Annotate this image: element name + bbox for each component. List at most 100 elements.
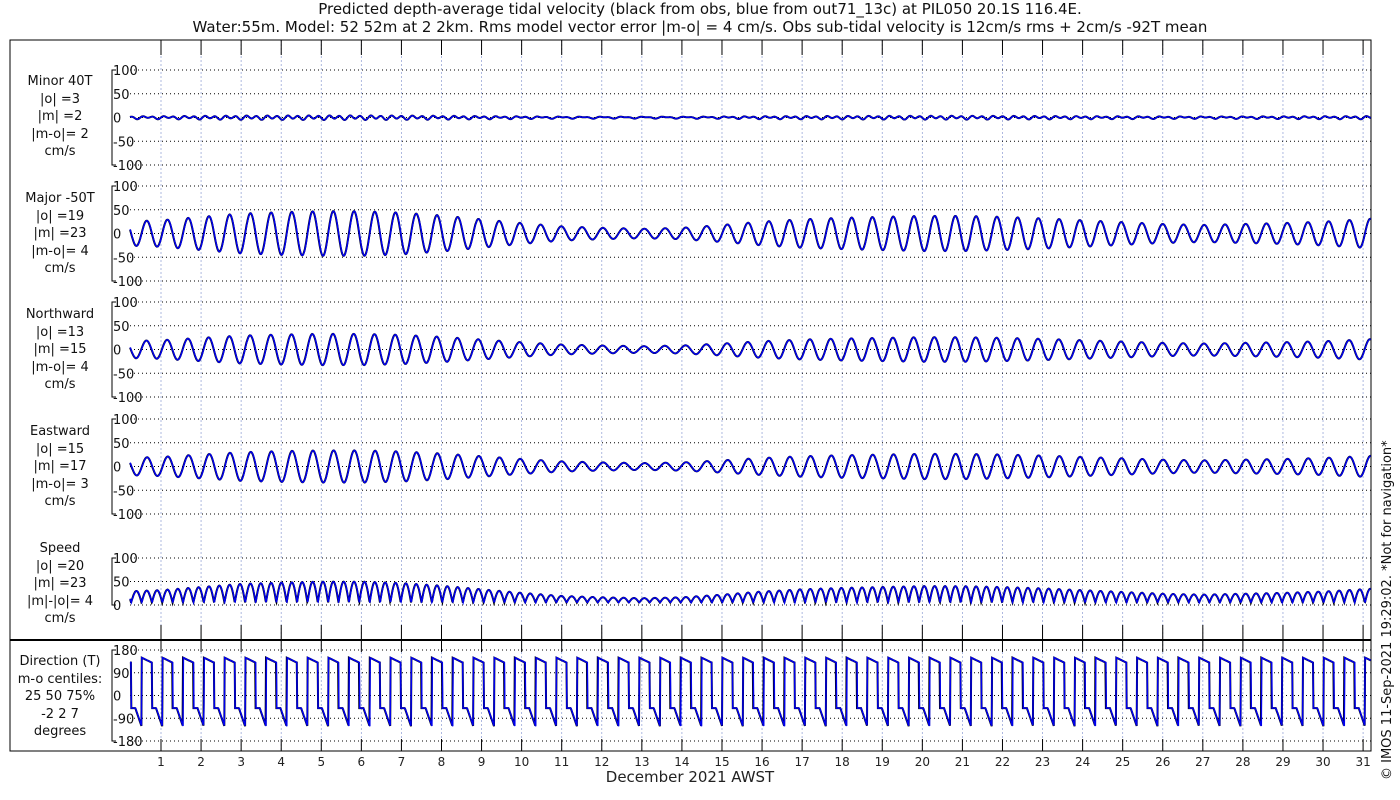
y-tick-label: 0 bbox=[113, 344, 121, 359]
y-tick-label: 50 bbox=[113, 437, 130, 452]
y-tick-label: 100 bbox=[113, 296, 138, 311]
y-tick-label: 0 bbox=[113, 690, 121, 705]
panel-label-major: Major -50T |o| =19 |m| =23 |m-o|= 4 cm/s bbox=[10, 190, 110, 278]
x-tick-label: 11 bbox=[554, 755, 569, 769]
x-tick-label: 20 bbox=[915, 755, 930, 769]
label-line: |m-o|= 2 bbox=[31, 126, 89, 142]
label-line: |m-o|= 4 bbox=[31, 243, 89, 259]
label-line: Major -50T bbox=[25, 191, 95, 206]
y-tick-label: 50 bbox=[113, 88, 130, 103]
x-tick-label: 26 bbox=[1155, 755, 1170, 769]
x-axis-label: December 2021 AWST bbox=[605, 768, 775, 786]
y-tick-label: -50 bbox=[113, 135, 134, 150]
figure-frame bbox=[9, 39, 1372, 752]
x-tick-label: 13 bbox=[634, 755, 649, 769]
panel-label-speed: Speed |o| =20 |m| =23 |m|-|o|= 4 cm/s bbox=[10, 540, 110, 628]
y-tick-label: 0 bbox=[113, 228, 121, 243]
x-tick-label: 30 bbox=[1315, 755, 1330, 769]
x-tick-label: 19 bbox=[875, 755, 890, 769]
y-tick-label: 100 bbox=[113, 413, 138, 428]
y-tick-label: 0 bbox=[113, 599, 121, 614]
y-tick-label: 90 bbox=[113, 667, 130, 682]
y-tick-label: 0 bbox=[113, 461, 121, 476]
label-line: |m-o|= 4 bbox=[31, 359, 89, 375]
label-line: |o| =15 bbox=[35, 441, 85, 457]
label-line: |m|-|o|= 4 bbox=[26, 593, 94, 609]
model-series-speed bbox=[129, 580, 1371, 606]
label-line: cm/s bbox=[44, 377, 76, 392]
y-tick-label: 50 bbox=[113, 204, 130, 219]
x-tick-label: 7 bbox=[398, 755, 406, 769]
label-line: Eastward bbox=[29, 424, 91, 439]
x-tick-label: 2 bbox=[197, 755, 205, 769]
x-tick-label: 16 bbox=[754, 755, 769, 769]
label-line: |m| =23 bbox=[33, 226, 87, 241]
x-tick-label: 17 bbox=[794, 755, 809, 769]
y-tick-label: 100 bbox=[113, 552, 138, 567]
y-tick-label: -50 bbox=[113, 484, 134, 499]
label-line: cm/s bbox=[44, 494, 76, 509]
x-tick-label: 1 bbox=[157, 755, 165, 769]
x-tick-label: 28 bbox=[1235, 755, 1250, 769]
x-tick-label: 21 bbox=[955, 755, 970, 769]
label-line: m-o centiles: bbox=[17, 671, 103, 687]
label-line: Northward bbox=[25, 307, 95, 322]
label-line: -2 2 7 bbox=[41, 706, 79, 722]
label-line: |m| =2 bbox=[37, 109, 83, 124]
x-tick-label: 5 bbox=[317, 755, 325, 769]
x-tick-label: 27 bbox=[1195, 755, 1210, 769]
x-tick-label: 31 bbox=[1355, 755, 1370, 769]
label-line: |m| =23 bbox=[33, 576, 87, 591]
label-line: 25 50 75% bbox=[24, 689, 96, 704]
y-tick-label: 50 bbox=[113, 320, 130, 335]
label-line: cm/s bbox=[44, 611, 76, 626]
tidal-velocity-figure: Predicted depth-average tidal velocity (… bbox=[0, 0, 1400, 800]
x-tick-label: 29 bbox=[1275, 755, 1290, 769]
x-tick-label: 18 bbox=[835, 755, 850, 769]
model-series-direction bbox=[129, 656, 1372, 727]
label-line: degrees bbox=[33, 724, 87, 739]
label-line: |m| =15 bbox=[33, 342, 87, 357]
x-tick-label: 4 bbox=[277, 755, 285, 769]
obs-series-direction bbox=[129, 655, 1372, 727]
x-tick-label: 9 bbox=[478, 755, 486, 769]
y-tick-label: 180 bbox=[113, 644, 138, 659]
plot-area: 1 2 3 4 5 6 7 8 9 10 11 12 13 14 15 16 17 18 19 20 21 22 23 24 2… bbox=[9, 39, 1372, 769]
panel-label-northward: Northward |o| =13 |m| =15 |m-o|= 4 cm/s bbox=[10, 306, 110, 394]
y-tick-label: -100 bbox=[113, 391, 143, 406]
y-tick-label: 0 bbox=[113, 112, 121, 127]
label-line: Minor 40T bbox=[27, 74, 93, 89]
y-tick-label: -180 bbox=[113, 735, 143, 750]
x-tick-label: 22 bbox=[995, 755, 1010, 769]
panel-label-eastward: Eastward |o| =15 |m| =17 |m-o|= 3 cm/s bbox=[10, 423, 110, 511]
x-tick-label: 3 bbox=[237, 755, 245, 769]
y-tick-label: -100 bbox=[113, 275, 143, 290]
label-line: |o| =13 bbox=[35, 324, 85, 340]
x-tick-label: 10 bbox=[514, 755, 529, 769]
y-tick-label: -100 bbox=[113, 159, 143, 174]
x-tick-label: 25 bbox=[1115, 755, 1130, 769]
y-tick-label: -50 bbox=[113, 367, 134, 382]
label-line: |m-o|= 3 bbox=[31, 476, 89, 492]
label-line: cm/s bbox=[44, 144, 76, 159]
x-tick-label: 12 bbox=[594, 755, 609, 769]
label-line: Direction (T) bbox=[19, 654, 101, 669]
y-tick-label: 50 bbox=[113, 576, 130, 591]
label-line: |o| =20 bbox=[35, 558, 85, 574]
x-tick-label: 6 bbox=[358, 755, 366, 769]
y-tick-label: 100 bbox=[113, 180, 138, 195]
x-tick-label: 24 bbox=[1075, 755, 1090, 769]
y-tick-label: -50 bbox=[113, 251, 134, 266]
label-line: |o| =3 bbox=[39, 91, 80, 107]
copyright-note: © IMOS 11-Sep-2021 19:29:02. *Not for na… bbox=[1380, 440, 1395, 780]
label-line: |m| =17 bbox=[33, 459, 87, 474]
label-line: Speed bbox=[39, 541, 81, 556]
label-line: cm/s bbox=[44, 261, 76, 276]
panel-label-minor: Minor 40T |o| =3 |m| =2 |m-o|= 2 cm/s bbox=[10, 73, 110, 161]
x-tick-label: 8 bbox=[438, 755, 446, 769]
panel-label-direction: Direction (T) m-o centiles: 25 50 75% -2 2 … bbox=[10, 653, 110, 741]
y-tick-label: -90 bbox=[113, 712, 134, 727]
y-tick-label: -100 bbox=[113, 508, 143, 523]
y-tick-label: 100 bbox=[113, 64, 138, 79]
label-line: |o| =19 bbox=[35, 208, 85, 224]
